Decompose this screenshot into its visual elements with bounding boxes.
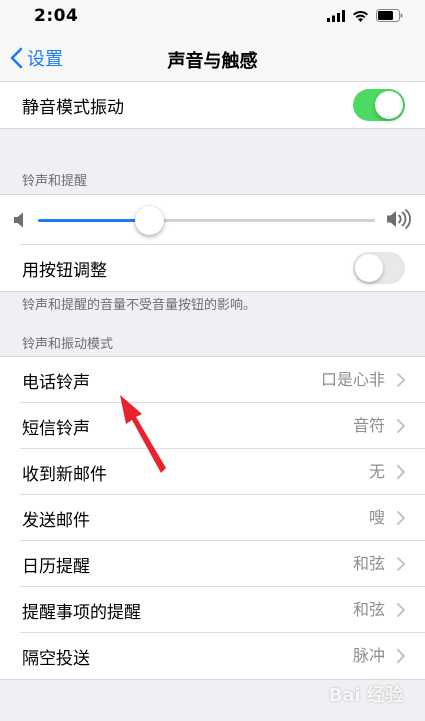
list-item-value: 口是心非 (320, 370, 385, 389)
list-item[interactable]: 发送邮件 嗖 (0, 495, 425, 541)
navigation-bar: 设置 声音与触感 (0, 34, 425, 82)
list-item[interactable]: 日历提醒 和弦 (0, 541, 425, 587)
ringer-volume-slider[interactable] (38, 206, 375, 235)
toggle-knob (375, 91, 403, 119)
toggle-knob (355, 254, 383, 282)
chevron-right-icon (397, 373, 405, 387)
adjust-with-buttons-label: 用按钮调整 (22, 260, 107, 281)
watermark: Bai 经验 (328, 685, 403, 706)
slider-fill (38, 219, 149, 222)
page-title: 声音与触感 (167, 51, 258, 72)
chevron-right-icon (397, 419, 405, 433)
cellular-signal-icon (327, 9, 345, 22)
list-item-label: 短信铃声 (22, 418, 90, 439)
list-item-label: 发送邮件 (22, 510, 90, 531)
ringer-footer-note: 铃声和提醒的音量不受音量按钮的影响。 (22, 298, 257, 313)
silent-vibrate-row: 静音模式振动 (0, 82, 425, 128)
chevron-right-icon (397, 649, 405, 663)
list-item-value: 和弦 (352, 554, 385, 573)
battery-icon (376, 9, 403, 22)
silent-vibrate-group: 静音模式振动 (0, 82, 425, 129)
list-item-label: 提醒事项的提醒 (22, 602, 141, 623)
list-item[interactable]: 收到新邮件 无 (0, 449, 425, 495)
list-item-label: 电话铃声 (22, 372, 90, 393)
slider-thumb[interactable] (135, 206, 164, 235)
status-bar: 2:04 (0, 0, 425, 34)
list-item-value: 音符 (352, 416, 385, 435)
ringer-section-header: 铃声和提醒 (22, 174, 88, 189)
silent-vibrate-label: 静音模式振动 (22, 97, 124, 118)
list-item-value: 嗖 (368, 508, 385, 527)
patterns-group: 电话铃声 口是心非 短信铃声 音符 收到新邮件无发送邮件嗖日历提醒 和弦 提醒事项的提醒 和弦… (0, 356, 425, 680)
volume-low-icon (14, 212, 23, 228)
status-icons (327, 9, 403, 22)
status-time: 2:04 (34, 6, 79, 26)
adjust-with-buttons-row: 用按钮调整 (0, 245, 425, 291)
list-item-value: 无 (368, 462, 385, 481)
list-item-label: 收到新邮件 (22, 464, 107, 485)
ringer-group: 用按钮调整 (0, 194, 425, 292)
list-item[interactable]: 电话铃声 口是心非 (0, 357, 425, 403)
patterns-section-header: 铃声和振动模式 (22, 337, 114, 352)
volume-high-icon (387, 209, 411, 229)
wifi-icon (353, 10, 368, 22)
list-item[interactable]: 隔空投送 脉冲 (0, 633, 425, 679)
chevron-right-icon (397, 511, 405, 525)
chevron-right-icon (397, 603, 405, 617)
list-item-label: 日历提醒 (22, 556, 90, 577)
silent-vibrate-toggle[interactable] (353, 89, 405, 121)
adjust-with-buttons-toggle[interactable] (353, 252, 405, 284)
ringer-volume-row (0, 195, 425, 245)
list-item[interactable]: 短信铃声 音符 (0, 403, 425, 449)
chevron-right-icon (397, 557, 405, 571)
list-item-value: 脉冲 (352, 646, 385, 665)
list-item-label: 隔空投送 (22, 648, 90, 669)
chevron-right-icon (397, 465, 405, 479)
list-item-value: 和弦 (352, 600, 385, 619)
list-item[interactable]: 提醒事项的提醒 和弦 (0, 587, 425, 633)
